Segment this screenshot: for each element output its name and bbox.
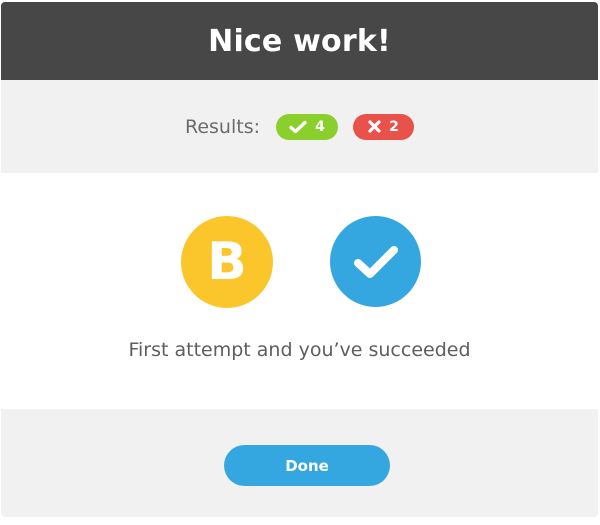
wrong-count-badge: 2 <box>353 113 414 140</box>
check-icon <box>353 245 398 278</box>
correct-count-badge: 4 <box>276 113 338 140</box>
result-message: First attempt and you’ve succeeded <box>128 339 471 361</box>
success-check-badge <box>330 216 421 307</box>
dialog-footer: Done <box>1 409 598 517</box>
wrong-count: 2 <box>389 118 399 135</box>
done-button[interactable]: Done <box>224 445 390 486</box>
check-icon <box>289 120 307 133</box>
x-icon <box>368 120 381 133</box>
dialog-title: Nice work! <box>208 23 391 59</box>
results-label: Results: <box>184 115 260 138</box>
achievement-badges: B <box>1 216 598 308</box>
correct-count: 4 <box>315 118 325 135</box>
grade-badge: B <box>181 216 273 308</box>
dialog-header: Nice work! <box>1 2 598 80</box>
results-dialog: Nice work! Results: 4 2 B First attempt … <box>1 2 598 517</box>
results-summary: Results: 4 2 <box>1 80 598 173</box>
